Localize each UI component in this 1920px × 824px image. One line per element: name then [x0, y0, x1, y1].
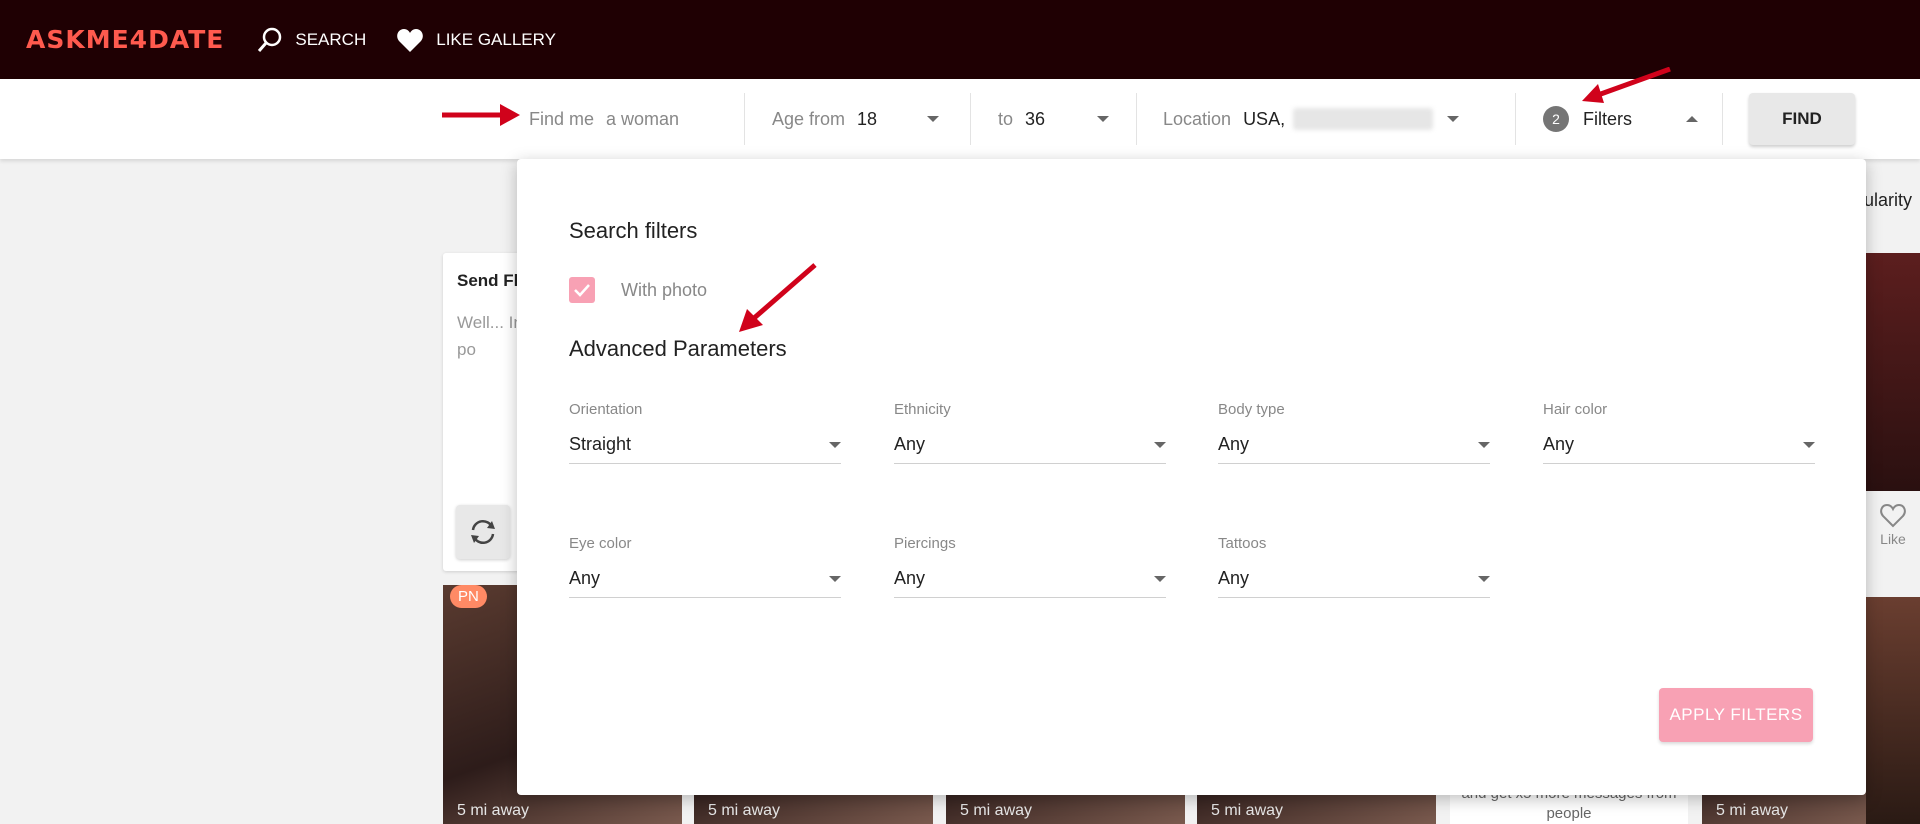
annotation-arrow	[739, 263, 817, 332]
select-label: Eye color	[569, 535, 632, 552]
annotation-arrow	[442, 104, 520, 126]
chevron-down-icon	[1154, 575, 1166, 582]
search-filters-title: Search filters	[569, 218, 698, 243]
profile-photo[interactable]	[1866, 597, 1920, 824]
distance-label: 5 mi away	[1716, 802, 1789, 819]
location-city-redacted	[1293, 108, 1434, 130]
select-label: Piercings	[894, 535, 956, 552]
filters-count-badge: 2	[1543, 106, 1569, 132]
chevron-down-icon	[1154, 441, 1166, 448]
search-icon	[258, 27, 282, 52]
select-label: Orientation	[569, 401, 643, 418]
find-button[interactable]: FIND	[1749, 93, 1855, 145]
chevron-down-icon	[1478, 441, 1490, 448]
chevron-down-icon	[927, 116, 940, 122]
distance-label: 5 mi away	[457, 802, 530, 819]
chevron-down-icon	[1803, 441, 1815, 448]
select-label: Tattoos	[1218, 535, 1267, 552]
divider	[970, 93, 971, 145]
like-label: Like	[1880, 531, 1906, 547]
select-value: Any	[1218, 568, 1250, 588]
tattoos-select[interactable]: Tattoos Any	[1218, 535, 1490, 598]
age-to-select[interactable]: to 36	[998, 79, 1110, 159]
find-me-select[interactable]: Find me a woman	[529, 79, 679, 159]
select-label: Hair color	[1543, 401, 1608, 418]
like-button[interactable]: Like	[1866, 502, 1920, 547]
divider	[1136, 93, 1137, 145]
sort-popularity-label[interactable]: ularity	[1864, 190, 1912, 211]
distance-label: 5 mi away	[1211, 802, 1284, 819]
nav-search[interactable]: SEARCH	[257, 27, 366, 53]
select-value: Any	[894, 568, 926, 588]
ethnicity-select[interactable]: Ethnicity Any	[894, 401, 1166, 464]
chevron-down-icon	[1447, 116, 1460, 122]
age-to-label: to	[998, 108, 1014, 129]
advanced-parameters-title: Advanced Parameters	[569, 336, 787, 361]
select-value: Any	[569, 568, 601, 588]
send-card-title: Send Fl	[457, 271, 519, 290]
checkmark-icon	[574, 284, 590, 297]
heart-icon	[397, 28, 424, 52]
location-select[interactable]: Location USA,	[1163, 79, 1460, 159]
apply-filters-button[interactable]: APPLY FILTERS	[1659, 688, 1813, 742]
filters-label: Filters	[1583, 108, 1632, 129]
chevron-up-icon	[1686, 116, 1698, 122]
nav-like-gallery[interactable]: LIKE GALLERY	[396, 27, 556, 53]
chevron-down-icon	[1478, 575, 1490, 582]
with-photo-label: With photo	[621, 279, 708, 300]
age-from-value: 18	[857, 108, 878, 129]
with-photo-checkbox-row[interactable]: With photo	[569, 277, 707, 303]
select-label: Ethnicity	[894, 401, 951, 418]
annotation-arrow	[1582, 67, 1671, 103]
age-to-value: 36	[1025, 108, 1046, 129]
select-value: Any	[1543, 434, 1575, 454]
refresh-icon	[471, 520, 495, 544]
pn-badge: PN	[450, 585, 487, 608]
profile-photo[interactable]	[1866, 253, 1920, 491]
heart-outline-icon	[1880, 503, 1906, 528]
hair-color-select[interactable]: Hair color Any	[1543, 401, 1815, 464]
select-value: Any	[894, 434, 926, 454]
location-label: Location	[1163, 108, 1232, 129]
with-photo-checkbox[interactable]	[569, 277, 595, 303]
select-label: Body type	[1218, 401, 1285, 418]
divider	[1722, 93, 1723, 145]
eye-color-select[interactable]: Eye color Any	[569, 535, 841, 598]
chevron-down-icon	[829, 441, 841, 448]
nav-search-label: SEARCH	[295, 29, 367, 49]
chevron-down-icon	[1097, 116, 1110, 122]
find-me-label: Find me	[529, 108, 595, 129]
piercings-select[interactable]: Piercings Any	[894, 535, 1166, 598]
orientation-select[interactable]: Orientation Straight	[569, 401, 841, 464]
body-type-select[interactable]: Body type Any	[1218, 401, 1490, 464]
find-me-value: a woman	[606, 108, 680, 129]
filters-panel: Search filters With photo Advanced Param…	[517, 159, 1866, 795]
refresh-button[interactable]	[456, 505, 510, 559]
chevron-down-icon	[829, 575, 841, 582]
distance-label: 5 mi away	[960, 802, 1033, 819]
site-logo[interactable]: ASKME4DATE	[26, 25, 224, 54]
search-bar: Find me a woman Age from 18 to 36 Locati…	[0, 67, 1920, 159]
age-from-select[interactable]: Age from 18	[772, 79, 940, 159]
select-value: Straight	[569, 434, 632, 454]
select-value: Any	[1218, 434, 1250, 454]
nav-like-gallery-label: LIKE GALLERY	[436, 29, 556, 49]
age-from-label: Age from	[772, 108, 846, 129]
distance-label: 5 mi away	[708, 802, 781, 819]
divider	[1515, 93, 1516, 145]
location-value: USA,	[1243, 108, 1286, 129]
divider	[744, 93, 745, 145]
